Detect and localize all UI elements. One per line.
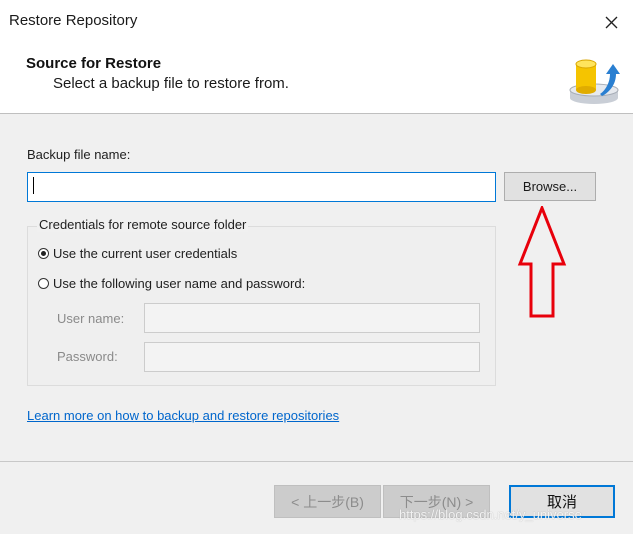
browse-button[interactable]: Browse... — [504, 172, 596, 201]
radio-label-current: Use the current user credentials — [53, 246, 238, 261]
radio-button-unchecked[interactable] — [38, 278, 49, 289]
text-caret — [33, 177, 34, 194]
up-arrow-annotation-icon — [517, 206, 567, 318]
wizard-header: Source for Restore Select a backup file … — [0, 44, 633, 114]
back-button[interactable]: < 上一步(B) — [274, 485, 381, 518]
radio-following-credentials[interactable]: Use the following user name and password… — [38, 276, 305, 291]
header-title: Source for Restore — [26, 55, 162, 72]
credentials-group-legend: Credentials for remote source folder — [37, 217, 249, 232]
password-input — [144, 342, 480, 372]
radio-button-checked[interactable] — [38, 248, 49, 259]
backup-file-input[interactable] — [27, 172, 496, 202]
close-button[interactable] — [596, 8, 626, 36]
database-restore-icon — [569, 59, 620, 104]
footer-separator — [0, 461, 633, 462]
learn-more-link[interactable]: Learn more on how to backup and restore … — [27, 408, 339, 423]
restore-repository-dialog: Restore Repository Source for Restore Se… — [0, 0, 633, 534]
backup-file-label: Backup file name: — [27, 147, 131, 162]
header-subtitle: Select a backup file to restore from. — [53, 75, 289, 92]
radio-current-credentials[interactable]: Use the current user credentials — [38, 246, 237, 261]
username-label: User name: — [57, 311, 125, 326]
close-icon — [605, 16, 618, 29]
password-label: Password: — [57, 349, 118, 364]
title-bar: Restore Repository — [0, 0, 633, 44]
username-input — [144, 303, 480, 333]
window-title: Restore Repository — [9, 12, 138, 29]
radio-label-following: Use the following user name and password… — [53, 276, 306, 291]
watermark-text: https://blog.csdn.net/y_universe — [399, 507, 582, 522]
